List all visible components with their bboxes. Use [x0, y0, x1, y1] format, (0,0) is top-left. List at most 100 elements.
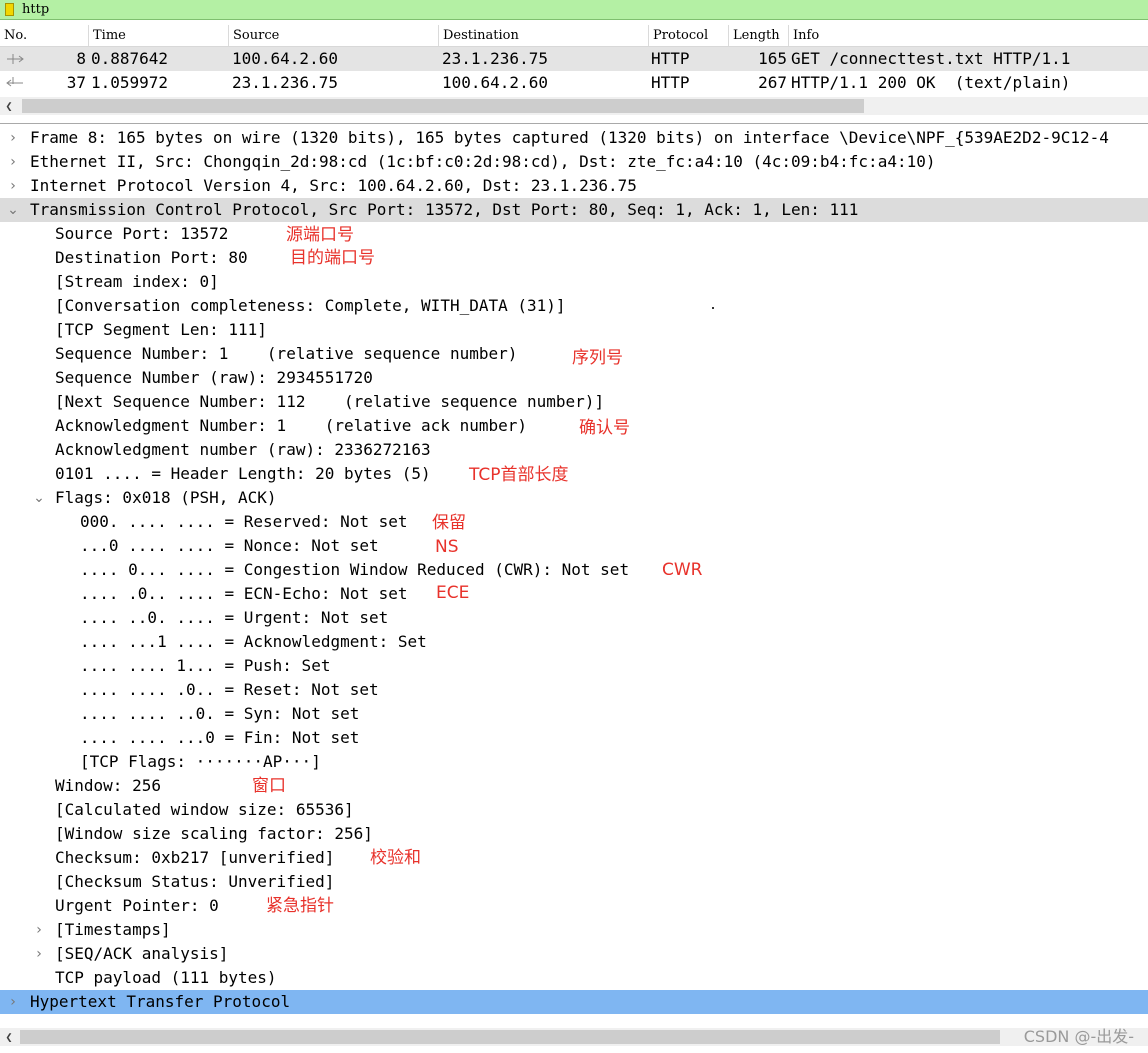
tree-item-payload[interactable]: TCP payload (111 bytes) [0, 966, 1148, 990]
tree-item-label: Frame 8: 165 bytes on wire (1320 bits), … [30, 128, 1109, 147]
packet-row[interactable]: 37 1.059972 23.1.236.75 100.64.2.60 HTTP… [0, 71, 1148, 95]
tree-item-header-length[interactable]: 0101 .... = Header Length: 20 bytes (5) [0, 462, 1148, 486]
tree-item-flag-cwr[interactable]: .... 0... .... = Congestion Window Reduc… [0, 558, 1148, 582]
tree-item-label: [SEQ/ACK analysis] [55, 944, 229, 963]
tree-item-label: TCP payload (111 bytes) [55, 968, 277, 987]
tree-item-label: Destination Port: 80 [55, 248, 248, 267]
column-header-info[interactable]: Info [788, 25, 1148, 46]
tree-item-checksum[interactable]: Checksum: 0xb217 [unverified] [0, 846, 1148, 870]
chevron-right-icon[interactable]: › [6, 990, 20, 1014]
tree-item-http[interactable]: › Hypertext Transfer Protocol [0, 990, 1148, 1014]
tree-item-ip[interactable]: › Internet Protocol Version 4, Src: 100.… [0, 174, 1148, 198]
chevron-down-icon[interactable]: ⌄ [6, 198, 20, 222]
tree-item-label: [Stream index: 0] [55, 272, 219, 291]
column-header-source[interactable]: Source [228, 25, 438, 46]
tree-item-label: .... ...1 .... = Acknowledgment: Set [80, 632, 427, 651]
tree-item-flags[interactable]: ⌄ Flags: 0x018 (PSH, ACK) [0, 486, 1148, 510]
tree-item-tcp-flags[interactable]: [TCP Flags: ·······AP···] [0, 750, 1148, 774]
scrollbar-thumb[interactable] [20, 1030, 1000, 1044]
tree-item-label: Ethernet II, Src: Chongqin_2d:98:cd (1c:… [30, 152, 936, 171]
chevron-right-icon[interactable]: › [6, 150, 20, 174]
tree-item-flag-nonce[interactable]: ...0 .... .... = Nonce: Not set [0, 534, 1148, 558]
tree-item-label: .... .0.. .... = ECN-Echo: Not set [80, 584, 408, 603]
tree-item-calc-window[interactable]: [Calculated window size: 65536] [0, 798, 1148, 822]
packet-source: 23.1.236.75 [232, 73, 338, 92]
tree-item-urgent-pointer[interactable]: Urgent Pointer: 0 [0, 894, 1148, 918]
tree-item-window-scale[interactable]: [Window size scaling factor: 256] [0, 822, 1148, 846]
packet-list-header: No. Time Source Destination Protocol Len… [0, 25, 1148, 47]
tree-item-label: Acknowledgment number (raw): 2336272163 [55, 440, 431, 459]
column-header-no[interactable]: No. [0, 25, 88, 46]
annotation-nonce: NS [435, 537, 459, 557]
packet-no: 8 [76, 49, 86, 68]
tree-item-label: Sequence Number (raw): 2934551720 [55, 368, 373, 387]
chevron-right-icon[interactable]: › [32, 918, 46, 942]
tree-item-window[interactable]: Window: 256 [0, 774, 1148, 798]
tree-item-label: [Calculated window size: 65536] [55, 800, 354, 819]
chevron-right-icon[interactable]: › [6, 174, 20, 198]
tree-item-flag-syn[interactable]: .... .... ..0. = Syn: Not set [0, 702, 1148, 726]
tree-item-flag-ack[interactable]: .... ...1 .... = Acknowledgment: Set [0, 630, 1148, 654]
tree-item-stream-index[interactable]: [Stream index: 0] [0, 270, 1148, 294]
annotation-checksum: 校验和 [370, 848, 421, 868]
column-header-time[interactable]: Time [88, 25, 228, 46]
tree-item-flag-psh[interactable]: .... .... 1... = Push: Set [0, 654, 1148, 678]
packet-details-pane: › Frame 8: 165 bytes on wire (1320 bits)… [0, 123, 1148, 1029]
tree-item-ack-raw[interactable]: Acknowledgment number (raw): 2336272163 [0, 438, 1148, 462]
tree-item-flag-urg[interactable]: .... ..0. .... = Urgent: Not set [0, 606, 1148, 630]
column-header-destination[interactable]: Destination [438, 25, 648, 46]
tree-item-tcp[interactable]: ⌄ Transmission Control Protocol, Src Por… [0, 198, 1148, 222]
tree-item-flag-ece[interactable]: .... .0.. .... = ECN-Echo: Not set [0, 582, 1148, 606]
chevron-down-icon[interactable]: ⌄ [32, 486, 46, 510]
tree-item-timestamps[interactable]: › [Timestamps] [0, 918, 1148, 942]
packet-list-scrollbar[interactable]: ❮ [0, 97, 1148, 115]
tree-item-frame[interactable]: › Frame 8: 165 bytes on wire (1320 bits)… [0, 126, 1148, 150]
packet-no: 37 [66, 73, 86, 92]
tree-item-label: .... ..0. .... = Urgent: Not set [80, 608, 389, 627]
packet-protocol: HTTP [651, 49, 690, 68]
tree-item-label: .... .... ...0 = Fin: Not set [80, 728, 360, 747]
tree-item-conversation[interactable]: [Conversation completeness: Complete, WI… [0, 294, 1148, 318]
details-scrollbar[interactable]: ❮ [0, 1028, 1148, 1046]
display-filter-bar[interactable]: http [0, 0, 1148, 20]
tree-item-next-seq[interactable]: [Next Sequence Number: 112 (relative seq… [0, 390, 1148, 414]
bookmark-icon[interactable] [5, 3, 14, 16]
column-header-protocol[interactable]: Protocol [648, 25, 728, 46]
tree-item-label: 000. .... .... = Reserved: Not set [80, 512, 408, 531]
tree-item-flag-reserved[interactable]: 000. .... .... = Reserved: Not set [0, 510, 1148, 534]
display-filter-input[interactable]: http [22, 1, 49, 19]
scroll-left-icon[interactable]: ❮ [0, 97, 18, 115]
packet-row[interactable]: 8 0.887642 100.64.2.60 23.1.236.75 HTTP … [0, 47, 1148, 71]
chevron-right-icon[interactable]: › [6, 126, 20, 150]
tree-item-segment-len[interactable]: [TCP Segment Len: 111] [0, 318, 1148, 342]
tree-item-seq-raw[interactable]: Sequence Number (raw): 2934551720 [0, 366, 1148, 390]
packet-protocol: HTTP [651, 73, 690, 92]
packet-length: 267 [758, 73, 787, 92]
chevron-right-icon[interactable]: › [32, 942, 46, 966]
annotation-cwr: CWR [662, 560, 703, 580]
tree-item-label: [Next Sequence Number: 112 (relative seq… [55, 392, 605, 411]
annotation-reserved: 保留 [432, 513, 466, 533]
request-arrow-icon [7, 54, 24, 64]
packet-destination: 100.64.2.60 [442, 73, 548, 92]
tree-item-label: Acknowledgment Number: 1 (relative ack n… [55, 416, 528, 435]
response-arrow-icon [6, 77, 23, 87]
tree-item-ack[interactable]: Acknowledgment Number: 1 (relative ack n… [0, 414, 1148, 438]
column-header-length[interactable]: Length [728, 25, 788, 46]
tree-item-label: Window: 256 [55, 776, 161, 795]
annotation-ack: 确认号 [579, 418, 630, 438]
watermark: CSDN @-出发- [1023, 1027, 1134, 1046]
scroll-left-icon[interactable]: ❮ [0, 1028, 18, 1046]
tree-item-flag-rst[interactable]: .... .... .0.. = Reset: Not set [0, 678, 1148, 702]
annotation-urgent: 紧急指针 [266, 896, 334, 916]
tree-item-src-port[interactable]: Source Port: 13572 [0, 222, 1148, 246]
tree-item-seq-ack-analysis[interactable]: › [SEQ/ACK analysis] [0, 942, 1148, 966]
tree-item-label: Source Port: 13572 [55, 224, 229, 243]
scrollbar-thumb[interactable] [22, 99, 864, 113]
tree-item-checksum-status[interactable]: [Checksum Status: Unverified] [0, 870, 1148, 894]
tree-item-dst-port[interactable]: Destination Port: 80 [0, 246, 1148, 270]
annotation-ece: ECE [436, 583, 470, 603]
tree-item-label: Checksum: 0xb217 [unverified] [55, 848, 335, 867]
tree-item-flag-fin[interactable]: .... .... ...0 = Fin: Not set [0, 726, 1148, 750]
tree-item-ethernet[interactable]: › Ethernet II, Src: Chongqin_2d:98:cd (1… [0, 150, 1148, 174]
